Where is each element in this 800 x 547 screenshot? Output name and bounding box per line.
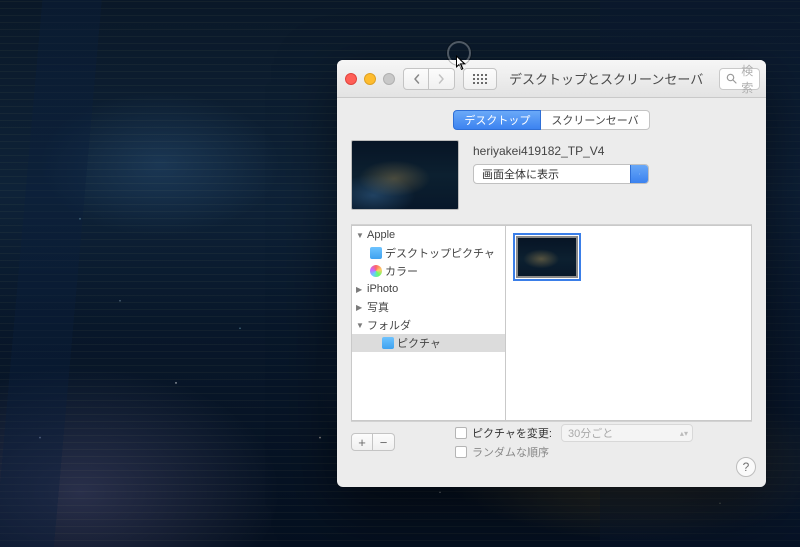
disclosure-down-icon: ▼ [356, 231, 364, 240]
source-iphoto[interactable]: ▶ iPhoto [352, 280, 505, 298]
change-picture-row: ピクチャを変更: 30分ごと ▴▾ [455, 424, 693, 442]
forward-button[interactable] [429, 68, 455, 90]
change-picture-checkbox[interactable] [455, 427, 467, 439]
wallpaper-thumbnail[interactable] [516, 236, 578, 278]
disclosure-down-icon: ▼ [356, 321, 364, 330]
footer-bar: + − ピクチャを変更: 30分ごと ▴▾ ランダムな順序 [337, 422, 766, 462]
random-order-checkbox[interactable] [455, 446, 467, 458]
tab-desktop[interactable]: デスクトップ [453, 110, 541, 130]
chevron-right-icon [438, 74, 445, 84]
titlebar: デスクトップとスクリーンセーバ 検索 [337, 60, 766, 98]
interval-select[interactable]: 30分ごと ▴▾ [561, 424, 693, 442]
remove-folder-button[interactable]: − [373, 433, 395, 451]
chevron-left-icon [413, 74, 420, 84]
search-icon [726, 73, 737, 84]
minimize-button[interactable] [364, 73, 376, 85]
zoom-button[interactable] [383, 73, 395, 85]
source-photos[interactable]: ▶ 写真 [352, 298, 505, 316]
nav-back-forward [403, 68, 455, 90]
content-split: ▼ Apple デスクトップピクチャ カラー ▶ iPhoto ▶ 写真 ▼ フ [351, 224, 752, 422]
grid-icon [473, 74, 487, 84]
folder-icon [382, 337, 394, 349]
updown-icon: ▴▾ [676, 429, 692, 438]
random-order-label: ランダムな順序 [472, 444, 549, 460]
system-preferences-window: デスクトップとスクリーンセーバ 検索 デスクトップ スクリーンセーバ heriy… [337, 60, 766, 487]
disclosure-right-icon: ▶ [356, 285, 364, 294]
current-wallpaper-preview [351, 140, 459, 210]
show-all-button[interactable] [463, 68, 497, 90]
change-picture-label: ピクチャを変更: [472, 425, 552, 441]
add-folder-button[interactable]: + [351, 433, 373, 451]
source-folders[interactable]: ▼ フォルダ [352, 316, 505, 334]
source-list[interactable]: ▼ Apple デスクトップピクチャ カラー ▶ iPhoto ▶ 写真 ▼ フ [351, 225, 506, 421]
help-button[interactable]: ? [736, 457, 756, 477]
close-button[interactable] [345, 73, 357, 85]
disclosure-right-icon: ▶ [356, 303, 364, 312]
search-input[interactable]: 検索 [719, 68, 760, 90]
tab-bar: デスクトップ スクリーンセーバ [337, 98, 766, 140]
source-colors[interactable]: カラー [352, 262, 505, 280]
window-title: デスクトップとスクリーンセーバ [509, 69, 703, 88]
add-remove-buttons: + − [351, 433, 395, 451]
updown-icon [630, 165, 648, 183]
fit-mode-select[interactable]: 画面全体に表示 [473, 164, 649, 184]
source-desktop-pictures[interactable]: デスクトップピクチャ [352, 244, 505, 262]
source-apple[interactable]: ▼ Apple [352, 226, 505, 244]
search-placeholder: 検索 [741, 62, 753, 96]
fit-mode-value: 画面全体に表示 [474, 166, 567, 182]
color-wheel-icon [370, 265, 382, 277]
folder-icon [370, 247, 382, 259]
thumbnail-grid[interactable] [506, 225, 752, 421]
tab-screensaver[interactable]: スクリーンセーバ [541, 110, 649, 130]
wallpaper-filename: heriyakei419182_TP_V4 [473, 144, 649, 158]
random-order-row: ランダムな順序 [455, 444, 693, 460]
interval-value: 30分ごと [562, 425, 619, 441]
preview-area: heriyakei419182_TP_V4 画面全体に表示 [337, 140, 766, 224]
traffic-lights [345, 73, 395, 85]
source-pictures-folder[interactable]: ピクチャ [352, 334, 505, 352]
back-button[interactable] [403, 68, 429, 90]
